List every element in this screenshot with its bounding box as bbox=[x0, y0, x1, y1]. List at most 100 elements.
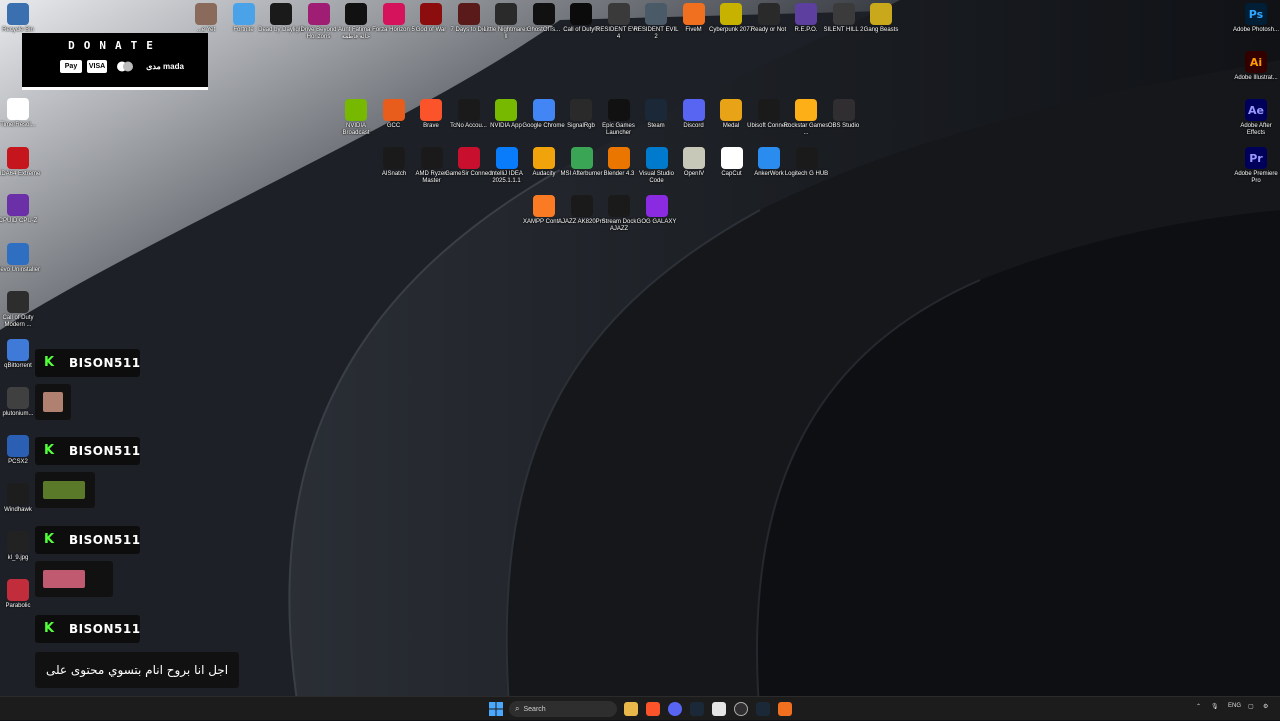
desktop-icon[interactable]: TimerResol... bbox=[0, 98, 38, 129]
fivem-icon bbox=[682, 3, 705, 25]
blender-icon bbox=[608, 147, 630, 169]
little-nightmares-icon bbox=[495, 3, 517, 25]
desktop-icon[interactable]: PCSX2 bbox=[0, 435, 38, 466]
microphone-icon[interactable]: 🎙 bbox=[1211, 703, 1219, 710]
apple-pay-icon: Pay bbox=[60, 60, 82, 73]
steam-icon[interactable] bbox=[756, 702, 770, 716]
desktop-icon[interactable]: Aunt Fatima - خالة فاطمة bbox=[336, 3, 376, 41]
tray-chevron-icon[interactable]: ⌃ bbox=[1196, 703, 1201, 710]
ryzen-icon bbox=[420, 147, 443, 169]
visa-icon: VISA bbox=[87, 60, 107, 73]
mastercard-icon bbox=[114, 60, 136, 73]
cyberpunk-icon bbox=[720, 3, 742, 25]
steam-icon[interactable] bbox=[690, 702, 704, 716]
illustrator-icon: Ai bbox=[1245, 51, 1267, 73]
desktop-icon[interactable]: Windhawk bbox=[0, 483, 38, 514]
chat-emote-2 bbox=[35, 472, 95, 508]
search-box[interactable]: ⌕ Search bbox=[509, 701, 617, 717]
kick-icon: K bbox=[44, 443, 55, 458]
kick-icon: K bbox=[44, 355, 55, 370]
desktop-icon[interactable]: AMD Ryzen Master bbox=[412, 147, 452, 185]
desktop-icon-label: Adobe Illustrat... bbox=[1234, 75, 1278, 81]
language-indicator[interactable]: ENG bbox=[1228, 703, 1241, 709]
brave-icon[interactable] bbox=[646, 702, 660, 716]
desktop-icon[interactable]: Ps Adobe Photosh... bbox=[1233, 3, 1279, 34]
file-explorer-icon[interactable] bbox=[624, 702, 638, 716]
cod-icon bbox=[7, 291, 29, 313]
notification-icon[interactable]: ▢ bbox=[1248, 703, 1254, 710]
chrome-icon bbox=[532, 99, 555, 121]
recycle-bin-icon bbox=[7, 3, 29, 25]
dbd-icon bbox=[270, 3, 292, 25]
desktop-icon[interactable]: Stream Dock AJAZZ bbox=[599, 195, 639, 233]
desktop-icon-label: OBS Studio bbox=[827, 123, 860, 129]
desktop-icon-label: Adobe After Effects bbox=[1240, 123, 1272, 136]
desktop-icon[interactable]: Parabolic bbox=[0, 579, 38, 610]
epic-icon bbox=[607, 99, 630, 121]
revo-icon bbox=[7, 243, 29, 265]
ready-or-not-icon bbox=[757, 3, 780, 25]
7dtd-icon bbox=[457, 3, 480, 25]
desktop-icon[interactable]: GOG GALAXY bbox=[637, 195, 677, 226]
obs-icon[interactable] bbox=[734, 702, 748, 716]
store-icon[interactable] bbox=[712, 702, 726, 716]
search-placeholder: Search bbox=[523, 705, 546, 713]
desktop-icon[interactable]: Gang Beasts bbox=[861, 3, 901, 34]
desktop-icon[interactable]: qBittorrent bbox=[0, 339, 38, 370]
chat-emote-3 bbox=[35, 561, 113, 597]
desktop-icon[interactable]: Little Nightmares II bbox=[483, 3, 529, 41]
chat-emote-1 bbox=[35, 384, 71, 420]
desktop-icon[interactable]: NVIDIA Broadcast bbox=[336, 99, 376, 137]
obs-icon bbox=[832, 99, 855, 121]
gcc-icon bbox=[382, 99, 405, 121]
desktop-icon[interactable]: Epic Games Launcher bbox=[599, 99, 639, 137]
afterburner-icon bbox=[570, 147, 593, 169]
desktop-icon[interactable]: RESIDENT EVIL 2 bbox=[634, 3, 678, 41]
qbittorrent-icon bbox=[7, 339, 29, 361]
desktop-icon-label: Adobe Premiere Pro bbox=[1234, 171, 1278, 184]
desktop-icon[interactable]: IntelliJ IDEA 2025.1.1.1 bbox=[487, 147, 527, 185]
settings-icon[interactable]: ⚙ bbox=[1263, 703, 1268, 710]
desktop-icon[interactable]: plutonium... bbox=[0, 387, 38, 418]
desktop-icon[interactable]: Ai Adobe Illustrat... bbox=[1234, 51, 1278, 82]
discord-icon[interactable] bbox=[668, 702, 682, 716]
vscode-icon bbox=[645, 147, 668, 169]
fivem-icon[interactable] bbox=[778, 702, 792, 716]
image-file-icon bbox=[7, 531, 29, 553]
desktop-icon[interactable]: kl_9.jpg bbox=[0, 531, 38, 562]
desktop-icon[interactable]: Rockstar Games ... bbox=[784, 99, 828, 137]
donate-title: DONATE bbox=[68, 39, 162, 52]
parabolic-icon bbox=[7, 579, 29, 601]
audacity-icon bbox=[533, 147, 555, 169]
desktop-icon[interactable]: Recycle Bin bbox=[0, 3, 38, 34]
gog-icon bbox=[645, 195, 668, 217]
desktop-icon[interactable]: Ae Adobe After Effects bbox=[1236, 99, 1276, 137]
chat-username-3: K BISON511 bbox=[35, 526, 140, 554]
desktop-icon-label: Gang Beasts bbox=[863, 27, 899, 33]
desktop-icon[interactable]: Call of Duty Modern ... bbox=[0, 291, 38, 329]
desktop-icon-label: Revo Uninstaller bbox=[0, 267, 41, 273]
silent-hill-icon bbox=[832, 3, 855, 25]
taskbar: ⌕ Search ⌃ 🎙 ENG ▢ ⚙ bbox=[0, 696, 1280, 720]
chat-username-2: K BISON511 bbox=[35, 437, 140, 465]
desktop-icon[interactable]: Revo Uninstaller bbox=[0, 243, 40, 274]
intellij-icon bbox=[495, 147, 518, 169]
pcsx2-icon bbox=[7, 435, 29, 457]
forza-icon bbox=[382, 3, 405, 25]
discord-icon bbox=[682, 99, 705, 121]
start-icon[interactable] bbox=[489, 702, 503, 716]
desktop-icon[interactable]: CPUID CPU-Z bbox=[0, 194, 38, 225]
re2-icon bbox=[645, 3, 667, 25]
desktop-icon[interactable]: Visual Studio Code bbox=[637, 147, 677, 185]
desktop-icon[interactable]: OBS Studio bbox=[824, 99, 864, 130]
game-icon bbox=[195, 3, 217, 25]
kick-icon: K bbox=[44, 621, 55, 636]
plutonium-icon bbox=[7, 387, 29, 409]
desktop-icon[interactable]: AIDA64 Extreme bbox=[0, 147, 40, 178]
donate-widget[interactable]: DONATE Pay VISA مدى mada bbox=[22, 33, 208, 90]
signalrgb-icon bbox=[570, 99, 592, 121]
god-of-war-icon bbox=[420, 3, 442, 25]
desktop-icon[interactable]: Logitech G HUB bbox=[785, 147, 828, 178]
cod-hq-icon bbox=[570, 3, 592, 25]
desktop-icon[interactable]: Pr Adobe Premiere Pro bbox=[1234, 147, 1278, 185]
